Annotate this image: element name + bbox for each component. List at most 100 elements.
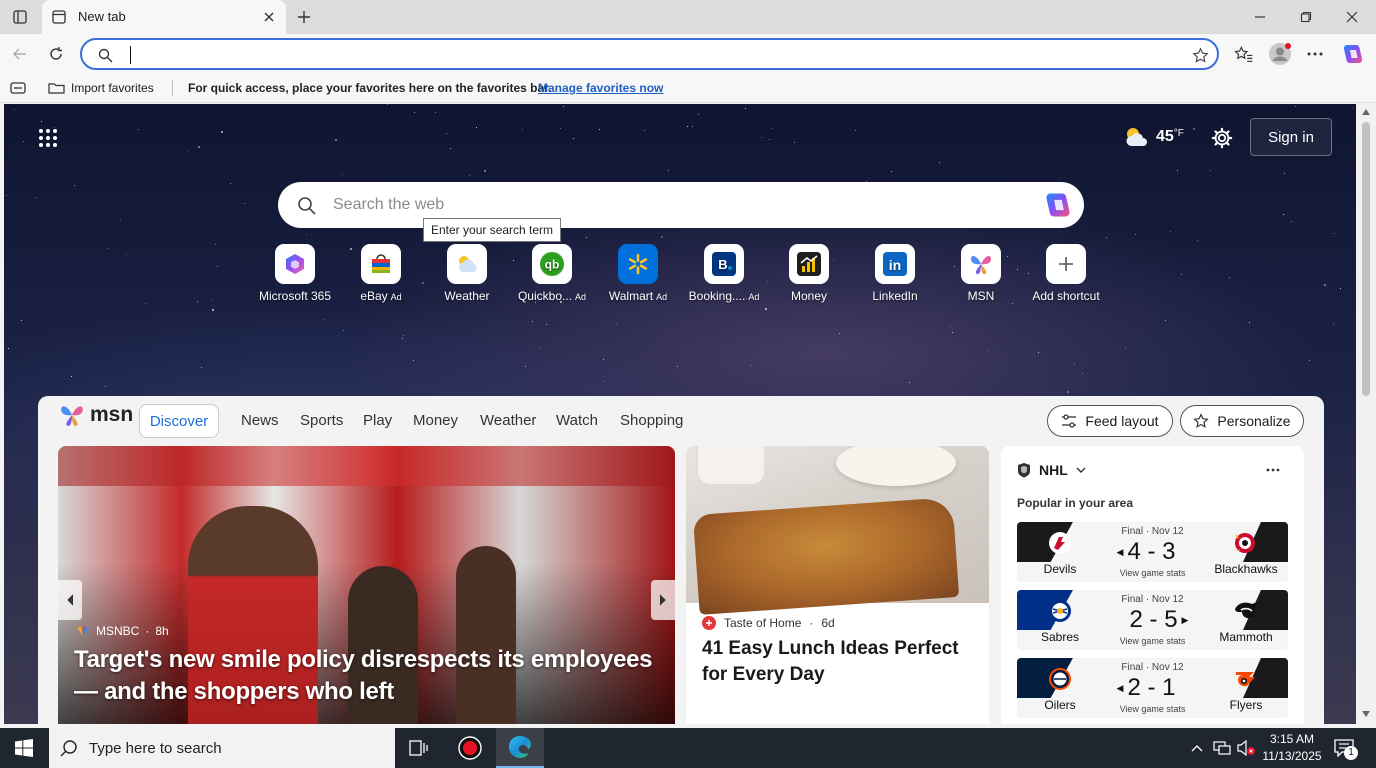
favorites-bar-toggle-icon[interactable] [8,80,28,96]
quicklink-microsoft-365[interactable]: Microsoft 365 [250,244,340,303]
clock-date: 11/13/2025 [1262,749,1322,763]
windows-start-icon[interactable] [0,728,48,768]
page-settings-gear-icon[interactable] [1208,124,1236,152]
blackhawks-logo-icon [1231,530,1261,556]
quicklink-quickbooks[interactable]: qb Quickbo... Ad [507,244,597,303]
nhl-shield-icon [1018,463,1030,478]
quicklink-money[interactable]: Money [764,244,854,303]
view-game-stats-link[interactable]: View game stats [1097,636,1208,646]
star [402,338,403,339]
weather-cloud-icon [447,244,487,284]
view-game-stats-link[interactable]: View game stats [1097,568,1208,578]
web-search-box[interactable]: Search the web [278,182,1084,228]
restore-icon[interactable] [1294,5,1318,29]
new-tab-plus-icon[interactable] [292,5,316,29]
import-favorites-button[interactable]: Import favorites [48,79,154,97]
quickbooks-icon: qb [532,244,572,284]
network-icon[interactable] [1212,738,1232,758]
quicklink-booking[interactable]: B Booking.... Ad [679,244,769,303]
personalize-button[interactable]: Personalize [1180,405,1304,437]
scroll-up-icon[interactable] [1360,106,1372,118]
quicklink-msn[interactable]: MSN [936,244,1026,303]
story1-headline[interactable]: Target's new smile policy disrespects it… [74,644,654,708]
page-scrollbar[interactable] [1356,104,1376,724]
app-launcher-icon[interactable] [36,126,60,150]
notification-center-icon[interactable]: 1 [1330,736,1358,760]
story2-source-name: Taste of Home [724,616,802,630]
tab-weather[interactable]: Weather [480,412,536,429]
star [41,121,42,122]
story-card-target[interactable]: MSNBC · 8h Target's new smile policy disre… [58,446,675,724]
add-shortcut-button[interactable]: Add shortcut [1021,244,1111,303]
view-game-stats-link[interactable]: View game stats [1097,704,1208,714]
feed-layout-button[interactable]: Feed layout [1047,405,1173,437]
address-bar[interactable] [80,38,1219,70]
task-view-icon[interactable] [400,728,438,768]
tab-watch[interactable]: Watch [556,412,598,429]
more-options-icon[interactable] [1303,42,1327,66]
weather-widget[interactable]: 45 °F [1124,122,1184,152]
tab-actions-icon[interactable] [8,6,32,28]
tab-money[interactable]: Money [413,412,458,429]
add-favorite-star-icon[interactable] [1190,45,1210,65]
walmart-spark-icon [618,244,658,284]
tab-shopping[interactable]: Shopping [620,412,683,429]
tab-play[interactable]: Play [363,412,392,429]
booking-icon: B [704,244,744,284]
favorites-icon[interactable] [1230,42,1256,66]
game-score-value: 2 - 1 [1127,674,1176,701]
svg-text:in: in [889,257,901,273]
quicklink-ebay[interactable]: eBay Ad [336,244,426,303]
manage-favorites-link[interactable]: Manage favorites now [538,81,663,95]
carousel-next-icon[interactable] [651,580,675,620]
copilot-search-icon[interactable] [1042,190,1074,220]
tab-new-tab[interactable]: New tab [42,0,286,34]
partly-cloudy-icon [1126,128,1147,146]
screen-recorder-icon[interactable] [450,728,490,768]
quicklink-label: Money [790,289,828,303]
star [563,106,564,107]
close-tab-icon[interactable] [260,8,278,26]
game-row[interactable]: Final · Nov 12 ◀ 4 - 3 View game stats De… [1017,522,1288,582]
profile-avatar-icon[interactable] [1267,41,1293,67]
tab-sports[interactable]: Sports [300,412,343,429]
star [1291,221,1292,222]
svg-text:qb: qb [545,258,560,272]
show-hidden-icons-chevron-icon[interactable] [1188,738,1206,758]
card-more-options-icon[interactable] [1261,460,1285,480]
minimize-icon[interactable] [1248,5,1272,29]
sign-in-button[interactable]: Sign in [1250,118,1332,156]
star [1106,237,1107,238]
taskbar-clock[interactable]: 3:15 AM 11/13/2025 [1262,731,1322,765]
story-card-lunch[interactable]: Taste of Home · 6d 41 Easy Lunch Ideas Per… [686,446,989,724]
web-search-icon [296,195,316,215]
nhl-league-selector[interactable]: NHL [1017,462,1086,478]
scroll-down-icon[interactable] [1360,708,1372,720]
story1-age: 8h [155,624,169,638]
carousel-prev-icon[interactable] [58,580,82,620]
edge-taskbar-icon[interactable] [496,728,544,768]
refresh-icon[interactable] [44,42,68,66]
copilot-icon[interactable] [1340,41,1366,67]
star [230,183,231,184]
navigation-toolbar [0,34,1376,74]
star [387,104,388,105]
msn-logo[interactable]: msn [58,402,133,428]
quicklink-weather[interactable]: Weather [422,244,512,303]
game-row[interactable]: Final · Nov 12 ◀ 2 - 1 View game stats Oi… [1017,658,1288,718]
close-window-icon[interactable] [1340,5,1364,29]
quicklink-linkedin[interactable]: in LinkedIn [850,244,940,303]
msn-wordmark: msn [90,403,134,426]
volume-muted-icon[interactable] [1236,738,1256,758]
tab-news[interactable]: News [241,412,279,429]
star [403,335,404,336]
back-arrow-icon[interactable] [8,42,32,66]
tab-discover[interactable]: Discover [139,404,219,438]
home-team-name: Devils [1043,562,1077,576]
taskbar-search-box[interactable]: Type here to search [49,728,395,768]
game-row[interactable]: Final · Nov 12 2 - 5 ▶ View game stats Sa… [1017,590,1288,650]
story2-headline[interactable]: 41 Easy Lunch Ideas Perfect for Every Da… [702,636,972,688]
quicklink-walmart[interactable]: Walmart Ad [593,244,683,303]
scrollbar-thumb[interactable] [1362,122,1370,396]
taskbar-search-placeholder: Type here to search [89,740,222,757]
